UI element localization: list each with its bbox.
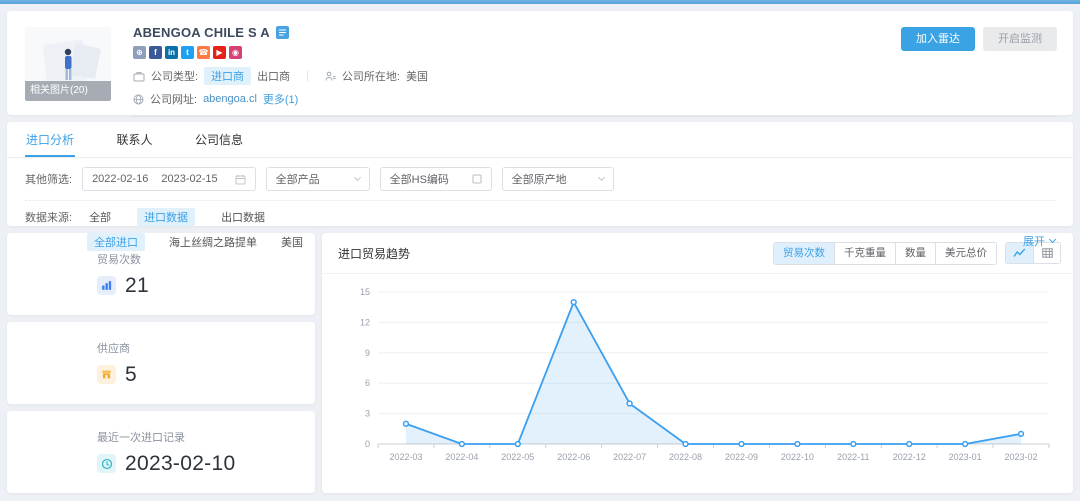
svg-text:6: 6 [365,378,370,388]
company-type-importer-tag[interactable]: 进口商 [204,67,251,85]
hs-code-select-value: 全部HS编码 [390,171,449,187]
source-option-all[interactable]: 全部 [89,209,111,225]
twitter-icon[interactable]: t [181,46,194,59]
svg-text:2022-03: 2022-03 [389,452,422,462]
svg-text:2022-11: 2022-11 [837,452,869,462]
trend-chart-svg: 0 3 6 9 12 15 2022-03 2022-04 2022-05 2022-06 2022… [332,276,1059,480]
svg-text:15: 15 [360,287,370,297]
dotted-divider [133,116,1057,117]
phone-icon[interactable]: ☎ [197,46,210,59]
svg-text:12: 12 [360,317,370,327]
tab-bar: 进口分析 联系人 公司信息 [7,122,1073,158]
data-source-label: 数据来源: [25,209,72,225]
calendar-icon [235,174,246,185]
chevron-down-icon [1049,236,1056,243]
list-box-icon [472,174,482,184]
bar-chart-icon [97,276,116,295]
origin-select[interactable]: 全部原产地 [502,167,614,191]
svg-text:2022-09: 2022-09 [725,452,758,462]
app-root: 相关图片(20) ABENGOA CHILE S A ⊕ f in t ☎ ▶ … [0,0,1080,501]
tab-import-analysis[interactable]: 进口分析 [25,122,75,157]
company-website-label: 公司网址: [150,91,197,107]
shop-icon [97,365,116,384]
linkedin-icon[interactable]: in [165,46,178,59]
sub-option-usa[interactable]: 美国 [281,234,303,250]
svg-text:2022-10: 2022-10 [781,452,814,462]
chevron-down-icon [354,174,361,181]
svg-text:2022-04: 2022-04 [445,452,478,462]
clock-icon [97,454,116,473]
source-option-import[interactable]: 进口数据 [137,208,195,226]
company-website-link[interactable]: abengoa.cl [203,93,257,105]
stat-card-last-import: 最近一次进口记录 2023-02-10 [7,411,315,493]
briefcase-icon [133,71,145,82]
company-photo: 相关图片(20) [25,27,111,101]
sub-option-silk-road[interactable]: 海上丝绸之路提单 [169,234,257,250]
company-header-card: 相关图片(20) ABENGOA CHILE S A ⊕ f in t ☎ ▶ … [7,11,1073,115]
chevron-down-icon [598,174,605,181]
stats-column: 贸易次数 21 供应商 [7,233,315,493]
svg-text:2023-02: 2023-02 [1005,452,1038,462]
add-radar-button[interactable]: 加入雷达 [901,27,975,51]
youtube-icon[interactable]: ▶ [213,46,226,59]
facebook-icon[interactable]: f [149,46,162,59]
product-select-value: 全部产品 [276,171,320,187]
company-location-label: 公司所在地: [342,68,400,84]
expand-link[interactable]: 展开 [1023,233,1055,249]
company-type-label: 公司类型: [151,68,198,84]
instagram-icon[interactable]: ◉ [229,46,242,59]
stat-value: 2023-02-10 [125,452,235,476]
svg-text:3: 3 [365,408,370,418]
date-end: 2023-02-15 [161,173,217,185]
svg-text:2022-07: 2022-07 [613,452,646,462]
website-more-link[interactable]: 更多(1) [263,91,298,107]
svg-text:2023-01: 2023-01 [949,452,982,462]
svg-text:2022-05: 2022-05 [501,452,534,462]
source-option-export[interactable]: 出口数据 [221,209,265,225]
analysis-card: 进口分析 联系人 公司信息 其他筛选: 2022-02-16 2023-02-1… [7,122,1073,226]
stat-label: 最近一次进口记录 [97,429,315,445]
svg-text:0: 0 [365,439,370,449]
company-location-value: 美国 [406,68,428,84]
stat-value: 5 [125,363,137,387]
trend-chart-area: 0 3 6 9 12 15 2022-03 2022-04 2022-05 2022-06 2022… [322,274,1073,493]
company-name: ABENGOA CHILE S A [133,25,270,40]
expand-label: 展开 [1023,233,1045,249]
divider: | [306,70,309,82]
stat-label: 贸易次数 [97,251,315,267]
origin-select-value: 全部原产地 [512,171,567,187]
related-images-badge[interactable]: 相关图片(20) [25,81,111,101]
sub-option-all-import[interactable]: 全部进口 [87,233,145,251]
stat-value: 21 [125,274,149,298]
stat-card-suppliers: 供应商 5 [7,322,315,404]
date-start: 2022-02-16 [92,173,148,185]
svg-text:2022-12: 2022-12 [893,452,926,462]
location-icon [325,71,336,82]
stat-label: 供应商 [97,340,315,356]
tab-company-info[interactable]: 公司信息 [194,122,244,157]
date-range-picker[interactable]: 2022-02-16 2023-02-15 [82,167,256,191]
website-icon[interactable]: ⊕ [133,46,146,59]
company-type-exporter-tag[interactable]: 出口商 [257,68,290,84]
tab-contacts[interactable]: 联系人 [115,122,153,157]
svg-text:9: 9 [365,347,370,357]
start-monitor-button[interactable]: 开启监测 [983,27,1057,51]
svg-text:2022-08: 2022-08 [669,452,702,462]
trend-chart-card: 进口贸易趋势 贸易次数 千克重量 数量 美元总价 [322,233,1073,493]
hs-code-select[interactable]: 全部HS编码 [380,167,492,191]
company-detail-icon[interactable] [276,26,289,39]
globe-icon [133,94,144,105]
other-filters-label: 其他筛选: [25,171,72,187]
svg-text:2022-06: 2022-06 [557,452,590,462]
product-select[interactable]: 全部产品 [266,167,370,191]
